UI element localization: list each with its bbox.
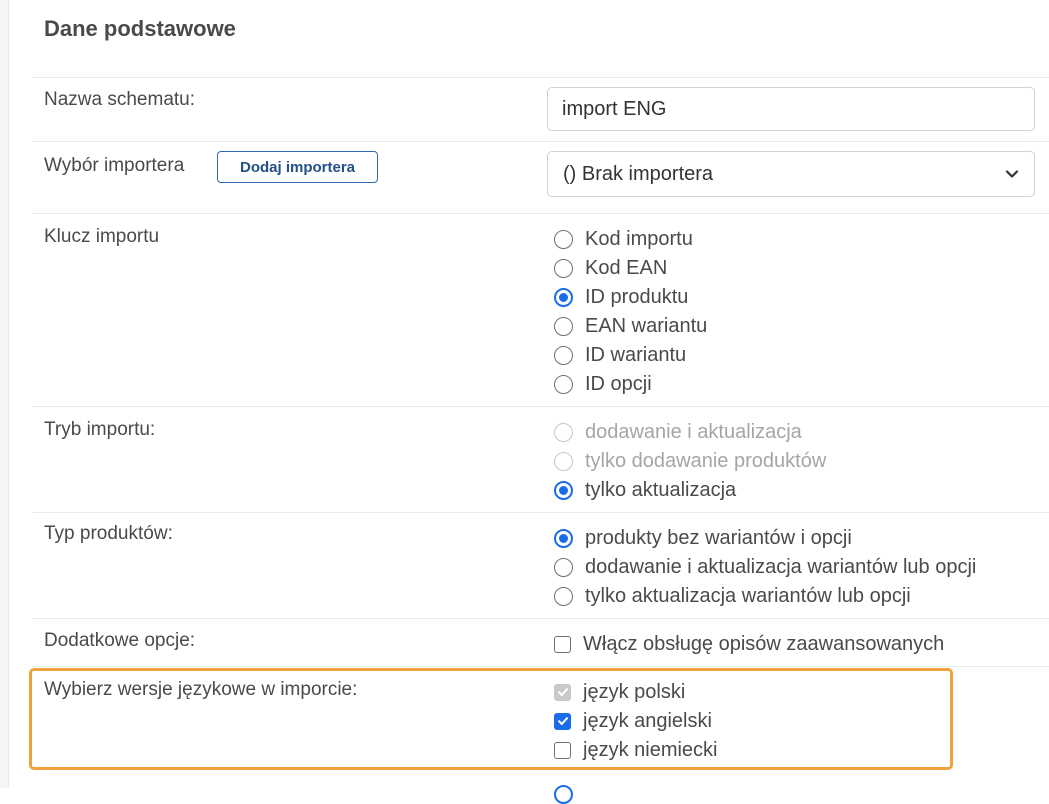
option-label: dodawanie i aktualizacja wariantów lub o… — [585, 555, 977, 578]
radio-button-disabled — [554, 422, 573, 442]
import-mode-option: tylko dodawanie produktów — [554, 449, 826, 473]
option-label: tylko aktualizacja — [585, 478, 737, 501]
radio-button[interactable] — [554, 345, 573, 365]
radio-button-selected[interactable] — [554, 287, 573, 307]
product-type-label: Typ produktów: — [44, 523, 173, 544]
import-key-option[interactable]: Kod EAN — [554, 256, 667, 280]
option-label: Kod EAN — [585, 256, 668, 279]
import-key-option[interactable]: ID opcji — [554, 372, 652, 396]
import-key-option[interactable]: ID produktu — [554, 285, 688, 309]
divider — [32, 213, 1049, 214]
section-title: Dane podstawowe — [44, 16, 236, 41]
radio-button[interactable] — [554, 229, 573, 249]
checkbox[interactable] — [554, 635, 571, 653]
product-type-option[interactable]: produkty bez wariantów i opcji — [554, 526, 852, 550]
schema-name-label: Nazwa schematu: — [44, 89, 196, 110]
option-label: produkty bez wariantów i opcji — [585, 526, 852, 549]
add-importer-button[interactable]: Dodaj importera — [217, 151, 378, 183]
option-label: dodawanie i aktualizacja — [585, 420, 802, 443]
advanced-descriptions-option[interactable]: Włącz obsługę opisów zaawansowanych — [554, 632, 944, 656]
option-label: EAN wariantu — [585, 314, 708, 337]
importer-select[interactable]: () Brak importera — [547, 151, 1035, 197]
option-label: tylko dodawanie produktów — [585, 449, 827, 472]
highlight-frame — [29, 668, 953, 770]
radio-button-selected[interactable] — [554, 480, 573, 500]
import-mode-option: dodawanie i aktualizacja — [554, 420, 802, 444]
divider — [32, 618, 1049, 619]
extra-options-label: Dodatkowe opcje: — [44, 630, 196, 651]
divider — [32, 666, 1049, 667]
import-key-label: Klucz importu — [44, 226, 160, 247]
radio-button-disabled — [554, 451, 573, 471]
import-key-option[interactable]: Kod importu — [554, 227, 693, 251]
radio-button[interactable] — [554, 374, 573, 394]
import-key-option[interactable]: ID wariantu — [554, 343, 686, 367]
import-key-option[interactable]: EAN wariantu — [554, 314, 707, 338]
left-panel-edge — [0, 0, 9, 788]
radio-button[interactable] — [554, 586, 573, 606]
divider — [32, 77, 1049, 78]
radio-button[interactable] — [554, 258, 573, 278]
product-type-option[interactable]: tylko aktualizacja wariantów lub opcji — [554, 584, 911, 608]
option-label: Kod importu — [585, 227, 693, 250]
import-mode-label: Tryb importu: — [44, 419, 156, 440]
product-type-option[interactable]: dodawanie i aktualizacja wariantów lub o… — [554, 555, 976, 579]
radio-button[interactable] — [554, 316, 573, 336]
import-mode-option[interactable]: tylko aktualizacja — [554, 478, 736, 502]
option-label: Włącz obsługę opisów zaawansowanych — [583, 632, 945, 655]
importer-select-value: () Brak importera — [563, 162, 714, 185]
divider — [32, 406, 1049, 407]
radio-button-selected[interactable] — [554, 528, 573, 548]
schema-name-input[interactable] — [547, 87, 1035, 131]
chevron-down-icon — [1005, 170, 1019, 178]
option-label: ID opcji — [585, 372, 652, 395]
radio-button[interactable] — [554, 557, 573, 577]
option-label: ID wariantu — [585, 343, 687, 366]
option-label: tylko aktualizacja wariantów lub opcji — [585, 584, 911, 607]
divider — [32, 512, 1049, 513]
importer-label: Wybór importera — [44, 155, 185, 176]
option-label: ID produktu — [585, 285, 689, 308]
divider — [32, 141, 1049, 142]
